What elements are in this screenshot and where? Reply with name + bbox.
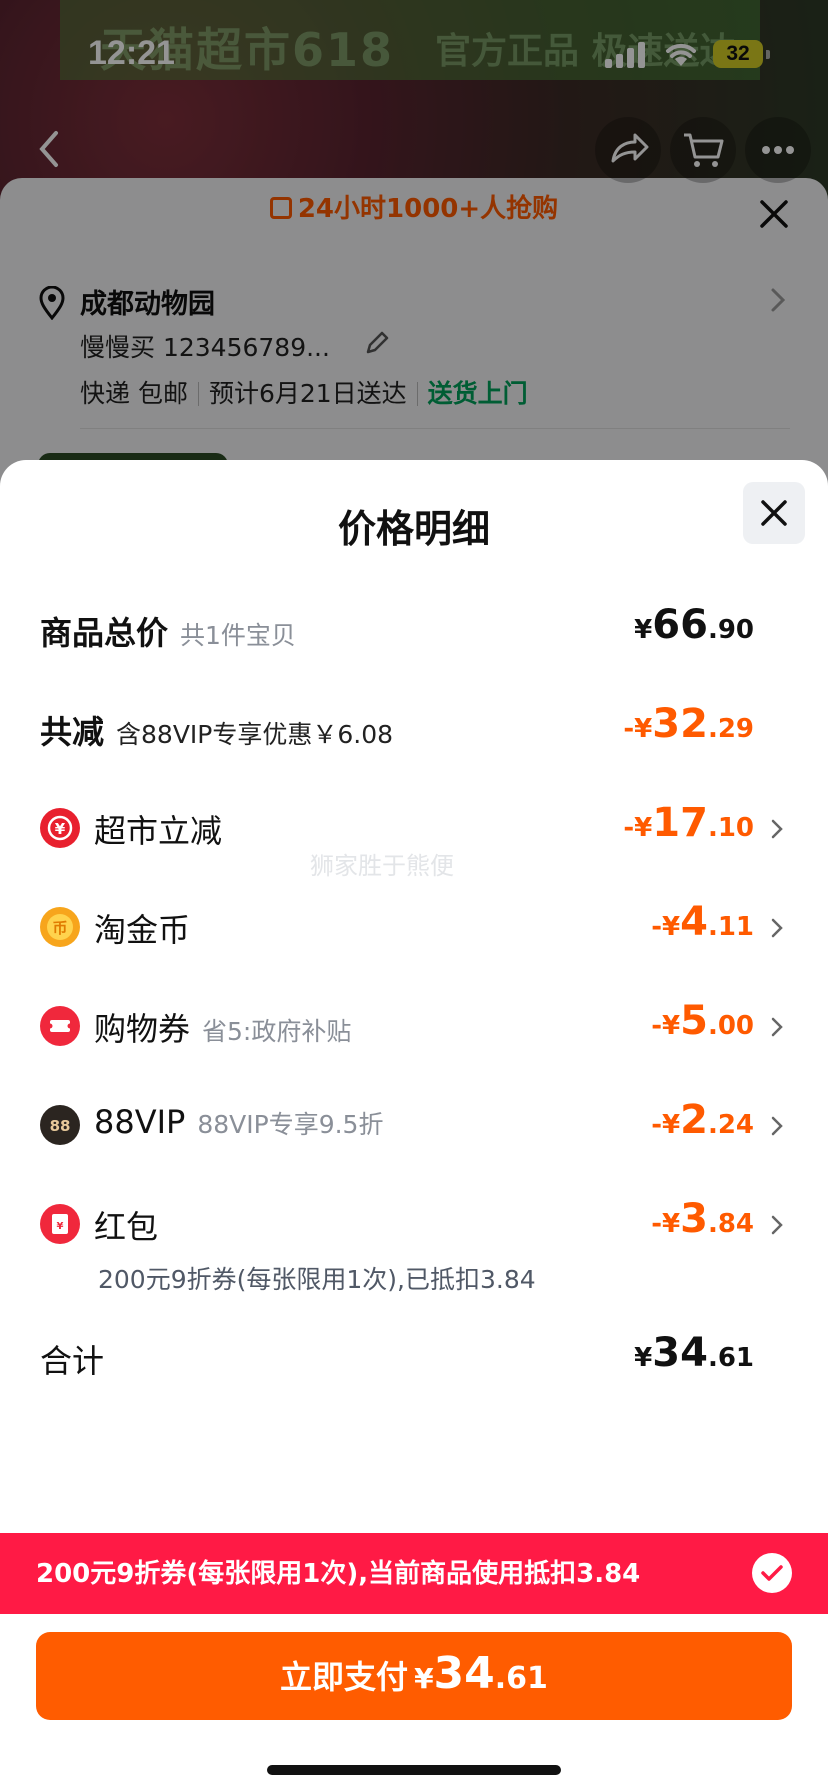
price-detail-modal: 价格明细 狮家胜于熊便 商品总价 共1件宝贝 ¥66.90 共减 含88VIP专享优…	[0, 460, 828, 1792]
chevron-right-icon	[771, 1215, 783, 1235]
pay-now-button[interactable]: 立即支付 ¥34.61	[36, 1632, 792, 1720]
discount-item-label: 超市立减	[94, 812, 223, 850]
discount-item-amount: -¥3.84	[651, 1196, 754, 1242]
svg-text:¥: ¥	[55, 820, 66, 838]
chevron-right-icon	[771, 819, 783, 839]
close-button[interactable]	[743, 482, 805, 544]
discount-item-amount: -¥4.11	[651, 899, 754, 945]
88vip-icon: 88	[40, 1105, 80, 1145]
svg-text:¥: ¥	[57, 1221, 64, 1232]
discount-item-amount: -¥5.00	[651, 998, 754, 1044]
goods-total-count: 共1件宝贝	[180, 621, 296, 650]
goods-total-label: 商品总价 共1件宝贝	[40, 614, 296, 652]
home-indicator[interactable]	[267, 1765, 561, 1775]
discount-item-sub: 省5:政府补贴	[202, 1017, 352, 1046]
goods-total-row: 商品总价 共1件宝贝 ¥66.90	[0, 600, 828, 660]
coupon-icon	[40, 1006, 80, 1046]
discount-item-row[interactable]: ¥ 红包 -¥3.84	[0, 1194, 828, 1254]
discount-item-label: 红包	[94, 1208, 159, 1246]
coupon-banner-text: 200元9折券(每张限用1次),当前商品使用抵扣3.84	[36, 1559, 641, 1589]
close-icon	[761, 500, 787, 526]
red-packet-icon: ¥	[40, 1204, 80, 1244]
discount-item-label: 淘金币	[94, 911, 191, 949]
goods-total-amount: ¥66.90	[634, 602, 754, 648]
discount-item-label: 88VIP 88VIP专享9.5折	[94, 1103, 384, 1141]
modal-title: 价格明细	[337, 507, 490, 551]
chevron-right-icon	[771, 1017, 783, 1037]
grand-total-label: 合计	[40, 1342, 105, 1380]
red-packet-note: 200元9折券(每张限用1次),已抵扣3.84	[98, 1265, 536, 1294]
coupon-banner[interactable]: 200元9折券(每张限用1次),当前商品使用抵扣3.84	[0, 1533, 828, 1614]
supermarket-discount-icon: ¥	[40, 808, 80, 848]
chevron-right-icon	[771, 918, 783, 938]
svg-text:币: 币	[52, 919, 67, 937]
discount-item-row[interactable]: 88 88VIP 88VIP专享9.5折 -¥2.24	[0, 1095, 828, 1155]
discount-item-amount: -¥17.10	[623, 800, 754, 846]
chevron-right-icon	[771, 1116, 783, 1136]
svg-text:88: 88	[50, 1117, 71, 1135]
discount-item-label: 购物券 省5:政府补贴	[94, 1010, 352, 1048]
total-discount-row: 共减 含88VIP专享优惠￥6.08 -¥32.29	[0, 699, 828, 759]
discount-item-row[interactable]: 币 淘金币 -¥4.11	[0, 897, 828, 957]
total-discount-amount: -¥32.29	[623, 701, 754, 747]
pay-now-label: 立即支付 ¥34.61	[280, 1648, 548, 1699]
discount-item-amount: -¥2.24	[651, 1097, 754, 1143]
grand-total-amount: ¥34.61	[634, 1330, 754, 1376]
grand-total-row: 合计 ¥34.61	[0, 1328, 828, 1388]
gold-coin-icon: 币	[40, 907, 80, 947]
discount-item-row[interactable]: ¥ 超市立减 -¥17.10	[0, 798, 828, 858]
discount-item-row[interactable]: 购物券 省5:政府补贴 -¥5.00	[0, 996, 828, 1056]
check-icon[interactable]	[752, 1553, 792, 1593]
total-discount-label: 共减 含88VIP专享优惠￥6.08	[40, 713, 394, 751]
discount-item-sub: 88VIP专享9.5折	[197, 1110, 384, 1139]
total-discount-detail: 含88VIP专享优惠￥6.08	[116, 720, 394, 749]
